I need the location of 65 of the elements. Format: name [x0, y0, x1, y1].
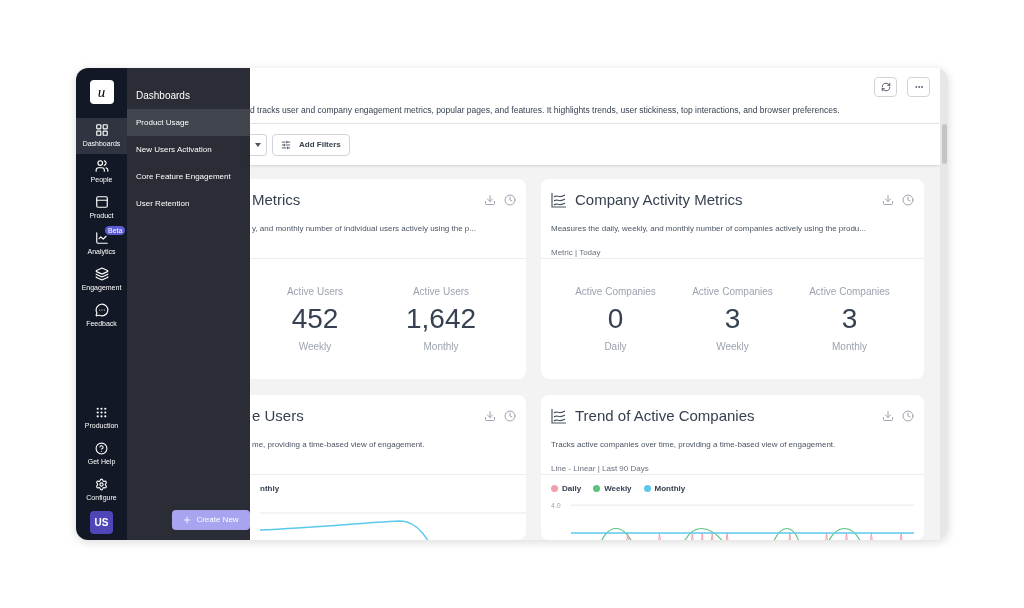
- metric-label: Active Companies: [809, 284, 890, 299]
- card-title: Trend of Active Companies: [575, 406, 755, 426]
- chart-lines-icon: [551, 192, 567, 209]
- more-button[interactable]: [907, 77, 930, 97]
- flyout-item[interactable]: User Retention: [127, 190, 250, 217]
- rail-icon: [94, 302, 109, 317]
- flyout-title: Dashboards: [135, 89, 191, 103]
- download-icon[interactable]: [882, 194, 894, 207]
- card-description: y, and monthly number of individual users actively using the p...: [252, 223, 476, 233]
- rail-icon: [95, 478, 108, 492]
- download-icon[interactable]: [484, 410, 496, 423]
- rail-icon: [95, 406, 108, 420]
- card-title: Metrics: [252, 190, 301, 210]
- card-title: e Users: [252, 406, 304, 426]
- clock-icon[interactable]: [902, 410, 914, 423]
- rail-icon: [94, 266, 109, 281]
- card-description: me, providing a time-based view of engagement.: [252, 439, 425, 449]
- chart-lines-icon: [551, 408, 567, 425]
- metric-value: 3: [724, 301, 741, 336]
- rail-icon: [94, 122, 109, 137]
- metric-label: Active Users: [412, 284, 470, 299]
- clock-icon[interactable]: [504, 410, 516, 423]
- metric-label: Active Companies: [575, 284, 656, 299]
- rail-icon: [94, 194, 109, 209]
- metric-value: 1,642: [405, 301, 477, 336]
- card-title: Company Activity Metrics: [575, 190, 743, 210]
- flyout-item[interactable]: Core Feature Engagement: [127, 163, 250, 190]
- refresh-icon: [880, 82, 891, 92]
- metric-period: Weekly: [716, 339, 749, 354]
- clock-icon[interactable]: [902, 194, 914, 207]
- metric-label: Active Companies: [692, 284, 773, 299]
- legend-label: Daily: [562, 482, 582, 495]
- dashboard-description: d tracks user and company engagement metrics, popular pages, and features. It highlights trends, user stickiness, top interactions, and browser preferences.: [250, 104, 840, 117]
- metric-value: 0: [607, 301, 624, 336]
- metric-value: 452: [291, 301, 339, 336]
- metric-period: Weekly: [298, 339, 332, 354]
- caret-icon: [255, 142, 261, 147]
- refresh-button[interactable]: [874, 77, 897, 97]
- card-meta: Metric | Today: [551, 247, 601, 257]
- metric-period: Monthly: [832, 339, 867, 354]
- clock-icon[interactable]: [504, 194, 516, 207]
- add-filters-button[interactable]: Add Filters: [272, 133, 350, 156]
- app-logo: u: [89, 80, 114, 104]
- metric-period: Monthly: [423, 339, 459, 354]
- metric-period: Daily: [604, 339, 627, 354]
- user-avatar[interactable]: US: [90, 511, 113, 534]
- download-icon[interactable]: [484, 194, 496, 207]
- dropdown-field[interactable]: [250, 133, 267, 156]
- legend-label: Monthly: [654, 482, 686, 495]
- card-description: Tracks active companies over time, providing a time-based view of engagement.: [551, 439, 836, 449]
- scrollbar[interactable]: [940, 68, 948, 540]
- download-icon[interactable]: [882, 410, 894, 423]
- rail-icon: [94, 158, 109, 173]
- rail-icon: [95, 442, 108, 456]
- flyout-item[interactable]: New Users Activation: [127, 136, 250, 163]
- filter-icon: [281, 139, 291, 150]
- metric-label: Active Users: [286, 284, 344, 299]
- metric-value: 3: [841, 301, 858, 336]
- legend-label: Weekly: [604, 482, 632, 495]
- card-meta: Line - Linear | Last 90 Days: [551, 463, 649, 473]
- rail-icon: [94, 230, 109, 245]
- legend-label: nthly: [260, 482, 280, 495]
- card-description: Measures the daily, weekly, and monthly number of companies actively using the produ...: [551, 223, 866, 233]
- flyout-item[interactable]: Product Usage: [127, 109, 250, 136]
- plus-icon: [182, 515, 193, 525]
